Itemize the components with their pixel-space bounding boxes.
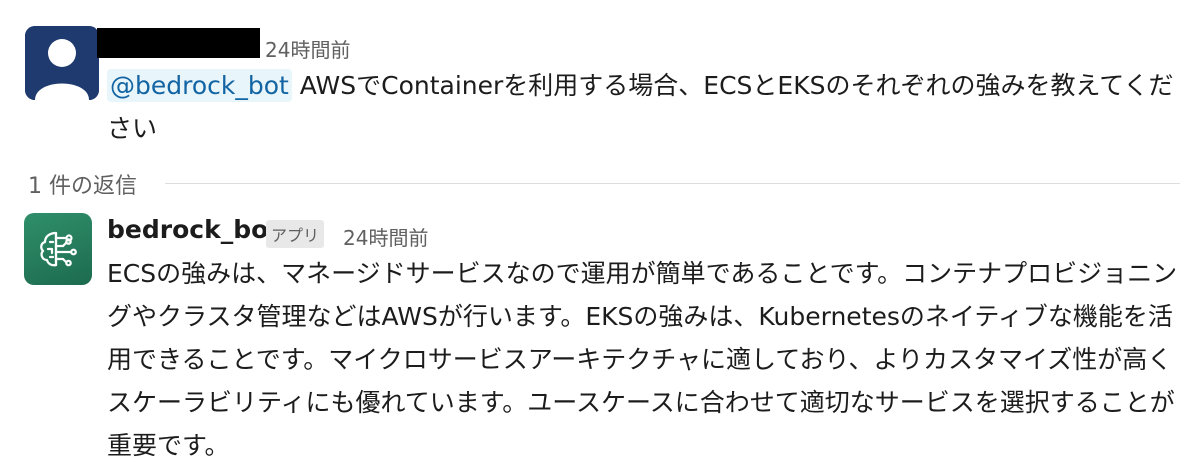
reply-author-name[interactable]: bedrock_bot [107, 215, 280, 244]
user-avatar[interactable] [25, 26, 99, 100]
thread-view: 24時間前 @bedrock_bot AWSでContainerを利用する場合、… [0, 0, 1200, 463]
message-timestamp[interactable]: 24時間前 [265, 34, 350, 63]
thread-reply-divider: 1 件の返信 [0, 168, 1200, 199]
user-silhouette-icon [25, 26, 99, 100]
reply-body: ECSの強みは、マネージドサービスなので運用が簡単であることです。コンテナプロビ… [107, 259, 1178, 460]
redacted-author-name [97, 28, 260, 58]
bot-avatar[interactable] [24, 213, 92, 285]
reply-timestamp[interactable]: 24時間前 [343, 222, 428, 251]
ai-circuit-brain-icon [40, 231, 77, 267]
message-body: @bedrock_bot AWSでContainerを利用する場合、ECSとEK… [107, 64, 1187, 150]
reply-count-label: 1 件の返信 [28, 174, 137, 199]
app-badge: アプリ [266, 220, 325, 248]
divider-line [165, 183, 1180, 184]
user-mention[interactable]: @bedrock_bot [107, 69, 292, 102]
